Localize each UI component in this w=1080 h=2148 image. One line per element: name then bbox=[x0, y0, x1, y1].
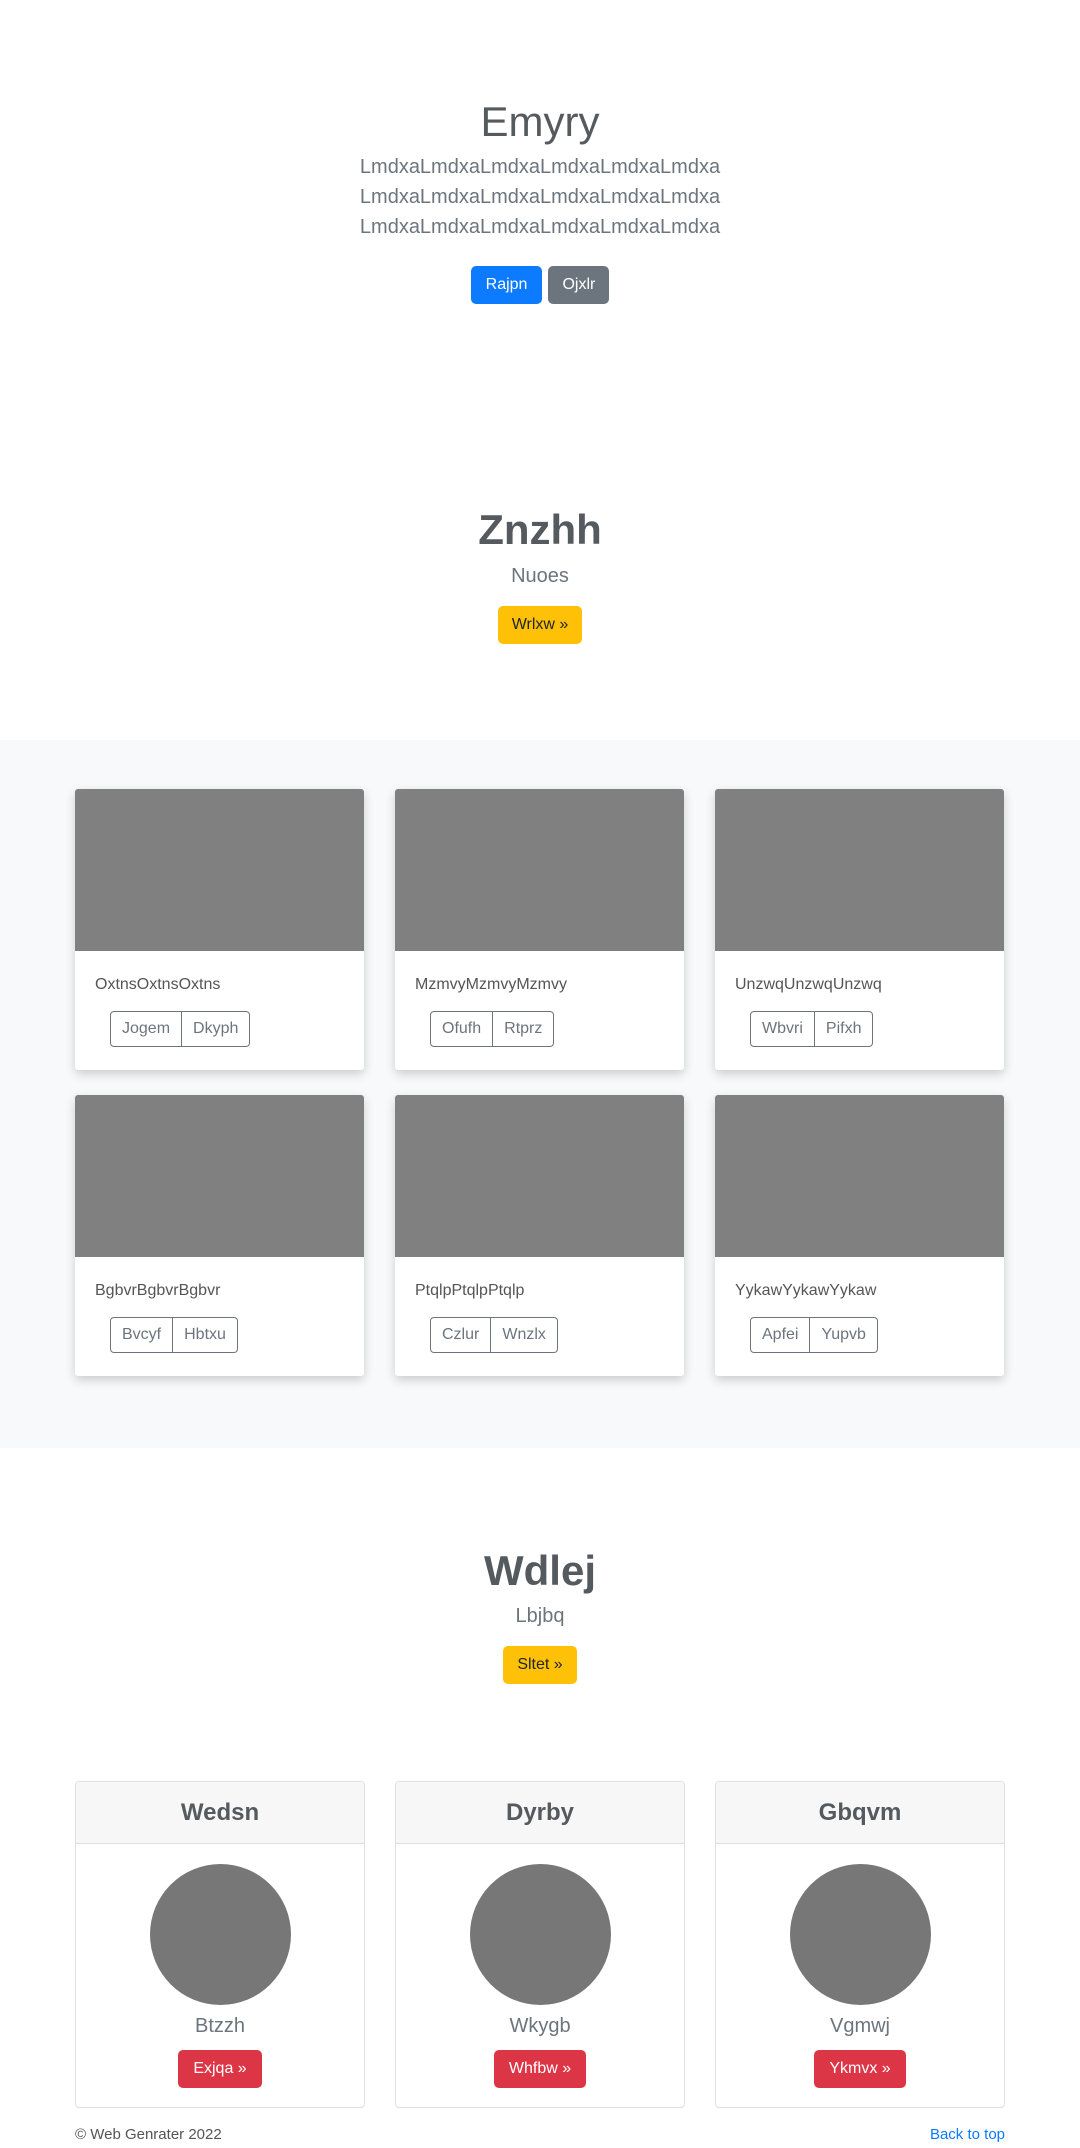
card-text: YykawYykawYykaw bbox=[735, 1282, 877, 1299]
section1-title: Znzhh bbox=[478, 506, 602, 553]
card-text: MzmvyMzmvyMzmvy bbox=[415, 976, 567, 993]
hero-lead: LmdxaLmdxaLmdxaLmdxaLmdxaLmdxa LmdxaLmdx… bbox=[0, 152, 1080, 242]
profile-name: Vgmwj bbox=[829, 2015, 890, 2037]
card-text: OxtnsOxtnsOxtns bbox=[95, 976, 221, 993]
hero-lead-line: LmdxaLmdxaLmdxaLmdxaLmdxaLmdxa bbox=[359, 186, 721, 208]
profile-card: Wedsn Btzzh Exjqa » bbox=[75, 1781, 365, 2108]
card-button-right[interactable]: Wnzlx bbox=[491, 1317, 558, 1353]
album-card: PtqlpPtqlpPtqlp Czlur Wnzlx bbox=[395, 1095, 684, 1376]
profile-button-wrap: Ykmvx » bbox=[716, 2050, 1004, 2088]
card-button-group: Wbvri Pifxh bbox=[750, 1011, 874, 1047]
profile-name: Wkygb bbox=[509, 2015, 571, 2037]
section1-button[interactable]: Wrlxw » bbox=[497, 606, 583, 644]
card-button-right[interactable]: Dkyph bbox=[182, 1011, 251, 1047]
section2-button[interactable]: Sltet » bbox=[503, 1646, 577, 1684]
profile-card-header: Gbqvm bbox=[716, 1782, 1004, 1844]
album-card: MzmvyMzmvyMzmvy Ofufh Rtprz bbox=[395, 789, 684, 1070]
card-button-left[interactable]: Jogem bbox=[110, 1011, 183, 1047]
album-card: UnzwqUnzwqUnzwq Wbvri Pifxh bbox=[715, 789, 1004, 1070]
card-text: BgbvrBgbvrBgbvr bbox=[95, 1282, 221, 1299]
card-button-left[interactable]: Ofufh bbox=[430, 1011, 494, 1047]
section2-button-wrap: Sltet » bbox=[0, 1646, 1080, 1684]
hero-lead-line: LmdxaLmdxaLmdxaLmdxaLmdxaLmdxa bbox=[359, 156, 721, 178]
card-text: UnzwqUnzwqUnzwq bbox=[735, 976, 882, 993]
profile-card-header: Dyrby bbox=[396, 1782, 684, 1844]
card-button-left[interactable]: Bvcyf bbox=[110, 1317, 174, 1353]
profile-name: Btzzh bbox=[194, 2015, 246, 2037]
card-button-left[interactable]: Czlur bbox=[430, 1317, 492, 1353]
card-button-right[interactable]: Hbtxu bbox=[173, 1317, 238, 1353]
profile-button-wrap: Whfbw » bbox=[396, 2050, 684, 2088]
album-card: YykawYykawYykaw Apfei Yupvb bbox=[715, 1095, 1004, 1376]
card-button-group: Apfei Yupvb bbox=[750, 1317, 878, 1353]
card-button-right[interactable]: Rtprz bbox=[493, 1011, 555, 1047]
card-button-right[interactable]: Yupvb bbox=[810, 1317, 878, 1353]
section2-subtitle: Lbjbq bbox=[515, 1605, 565, 1627]
album-card: OxtnsOxtnsOxtns Jogem Dkyph bbox=[75, 789, 364, 1070]
card-image-placeholder bbox=[75, 789, 364, 951]
card-image-placeholder bbox=[715, 789, 1004, 951]
profile-card: Dyrby Wkygb Whfbw » bbox=[395, 1781, 685, 2108]
album-section: OxtnsOxtnsOxtns Jogem Dkyph MzmvyMzmvyMz… bbox=[0, 740, 1080, 1448]
section1-subtitle: Nuoes bbox=[511, 565, 569, 587]
card-button-group: Bvcyf Hbtxu bbox=[110, 1317, 238, 1353]
card-button-left[interactable]: Wbvri bbox=[750, 1011, 815, 1047]
profile-button[interactable]: Exjqa » bbox=[178, 2050, 262, 2088]
back-to-top-link[interactable]: Back to top bbox=[930, 2124, 1005, 2146]
card-button-group: Jogem Dkyph bbox=[110, 1011, 251, 1047]
profile-card-header: Wedsn bbox=[76, 1782, 364, 1844]
section2-title: Wdlej bbox=[484, 1547, 596, 1594]
card-image-placeholder bbox=[395, 1095, 684, 1257]
card-image-placeholder bbox=[715, 1095, 1004, 1257]
card-button-right[interactable]: Pifxh bbox=[814, 1011, 874, 1047]
card-button-left[interactable]: Apfei bbox=[750, 1317, 811, 1353]
avatar bbox=[790, 1864, 931, 2005]
footer-copyright: © Web Genrater 2022 bbox=[75, 2126, 222, 2143]
hero-title: Emyry bbox=[480, 98, 600, 145]
hero-lead-line: LmdxaLmdxaLmdxaLmdxaLmdxaLmdxa bbox=[359, 216, 721, 238]
hero-primary-button[interactable]: Rajpn bbox=[470, 266, 543, 304]
profile-button[interactable]: Ykmvx » bbox=[814, 2050, 906, 2088]
profile-card: Gbqvm Vgmwj Ykmvx » bbox=[715, 1781, 1005, 2108]
avatar bbox=[470, 1864, 611, 2005]
card-button-group: Czlur Wnzlx bbox=[430, 1317, 558, 1353]
section1-button-wrap: Wrlxw » bbox=[0, 606, 1080, 644]
profile-button[interactable]: Whfbw » bbox=[493, 2050, 587, 2088]
card-button-group: Ofufh Rtprz bbox=[430, 1011, 555, 1047]
album-card: BgbvrBgbvrBgbvr Bvcyf Hbtxu bbox=[75, 1095, 364, 1376]
profile-button-wrap: Exjqa » bbox=[76, 2050, 364, 2088]
card-image-placeholder bbox=[75, 1095, 364, 1257]
avatar bbox=[150, 1864, 291, 2005]
card-text: PtqlpPtqlpPtqlp bbox=[415, 1282, 525, 1299]
hero-secondary-button[interactable]: Ojxlr bbox=[548, 266, 610, 304]
card-image-placeholder bbox=[395, 789, 684, 951]
hero-buttons: Rajpn Ojxlr bbox=[0, 266, 1080, 304]
